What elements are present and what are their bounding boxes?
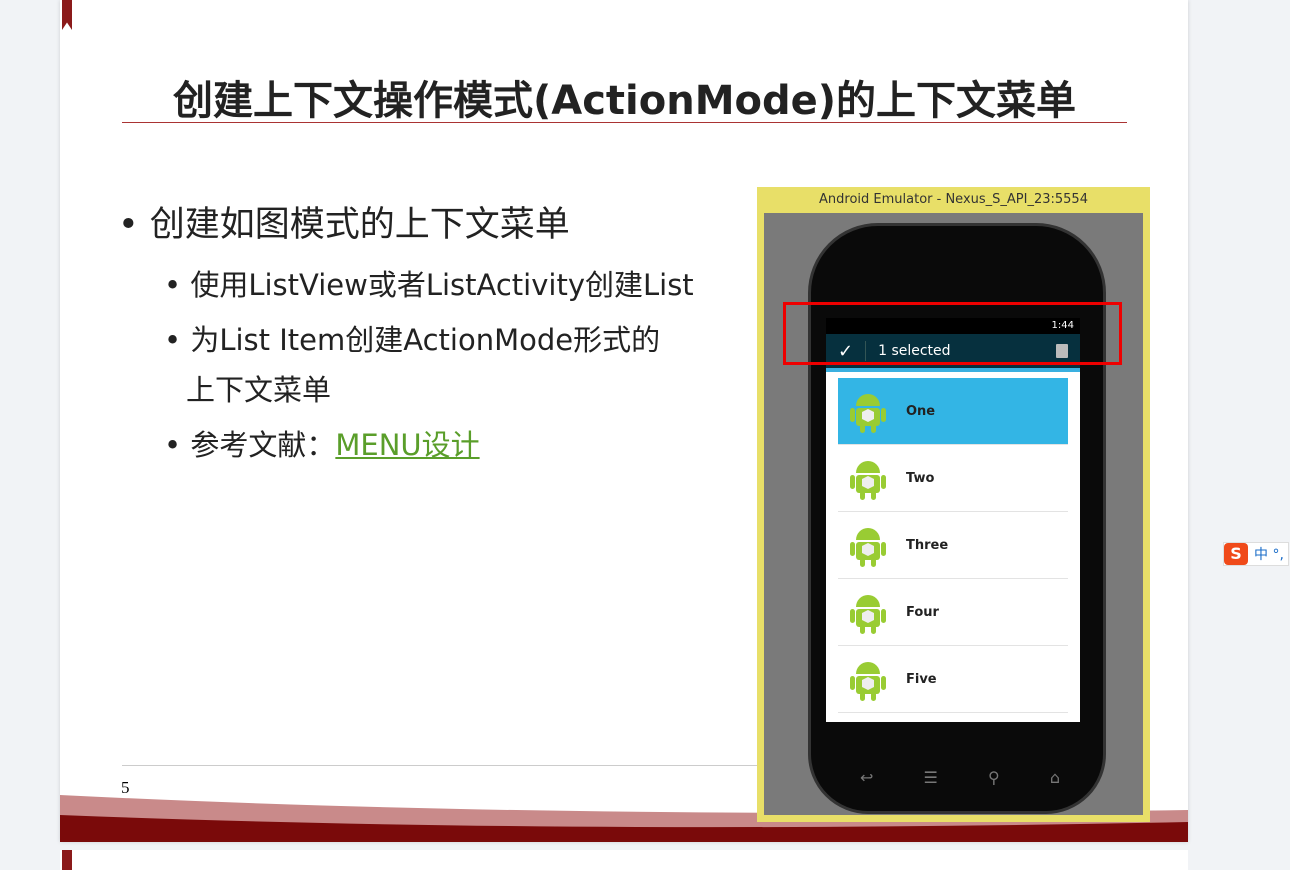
sub-bullet: • 为List Item创建ActionMode形式的 (164, 323, 661, 357)
title-underline (122, 122, 1127, 123)
list-item[interactable]: Four (838, 579, 1068, 646)
bullet-text: 使用ListView或者ListActivity创建List (190, 268, 694, 302)
menu-design-link[interactable]: MENU设计 (335, 428, 479, 462)
sub-bullet: • 参考文献：MENU设计 (164, 428, 480, 462)
sub-bullet: • 使用ListView或者ListActivity创建List (164, 268, 694, 302)
menu-icon[interactable]: ☰ (924, 768, 938, 787)
android-icon (850, 595, 886, 634)
bookmark-marker (62, 850, 72, 870)
emulator-window: Android Emulator - Nexus_S_API_23:5554 1… (757, 187, 1150, 822)
phone-display: 1:44 ✓ 1 selected One Two Three Four Five (826, 318, 1080, 722)
android-icon (850, 461, 886, 500)
page-number: 5 (121, 778, 130, 797)
android-icon (850, 394, 886, 433)
item-label: One (906, 403, 936, 419)
highlight-box (783, 302, 1122, 365)
item-label: Two (906, 470, 935, 486)
item-label: Three (906, 537, 949, 553)
emulator-title: Android Emulator - Nexus_S_API_23:5554 (819, 192, 1088, 207)
ime-toolbar[interactable]: S 中 °, (1223, 542, 1289, 566)
list-item[interactable]: Two (838, 445, 1068, 512)
nav-bar: ↩ ☰ ⚲ ⌂ (860, 768, 1060, 787)
back-icon[interactable]: ↩ (860, 768, 873, 787)
slide-title: 创建上下文操作模式(ActionMode)的上下文菜单 (172, 78, 1077, 124)
android-icon (850, 528, 886, 567)
list-item[interactable]: Five (838, 646, 1068, 713)
bullet-text: 创建如图模式的上下文菜单 (149, 205, 570, 245)
sub-bullet-cont: 上下文菜单 (186, 373, 332, 407)
sogou-icon: S (1224, 543, 1248, 565)
home-icon[interactable]: ⌂ (1050, 768, 1060, 787)
item-list: One Two Three Four Five (826, 378, 1080, 713)
search-icon[interactable]: ⚲ (988, 768, 1000, 787)
android-icon (850, 662, 886, 701)
footer-line (122, 765, 762, 766)
item-label: Five (906, 671, 937, 687)
next-slide (60, 850, 1188, 870)
bullet-main: • 创建如图模式的上下文菜单 (118, 205, 570, 245)
ref-label: 参考文献： (190, 428, 336, 462)
list-item[interactable]: Three (838, 512, 1068, 579)
list-item[interactable]: One (838, 378, 1068, 445)
item-label: Four (906, 604, 939, 620)
bullet-text: 为List Item创建ActionMode形式的 (190, 323, 661, 357)
ime-mode: 中 °, (1254, 547, 1284, 563)
